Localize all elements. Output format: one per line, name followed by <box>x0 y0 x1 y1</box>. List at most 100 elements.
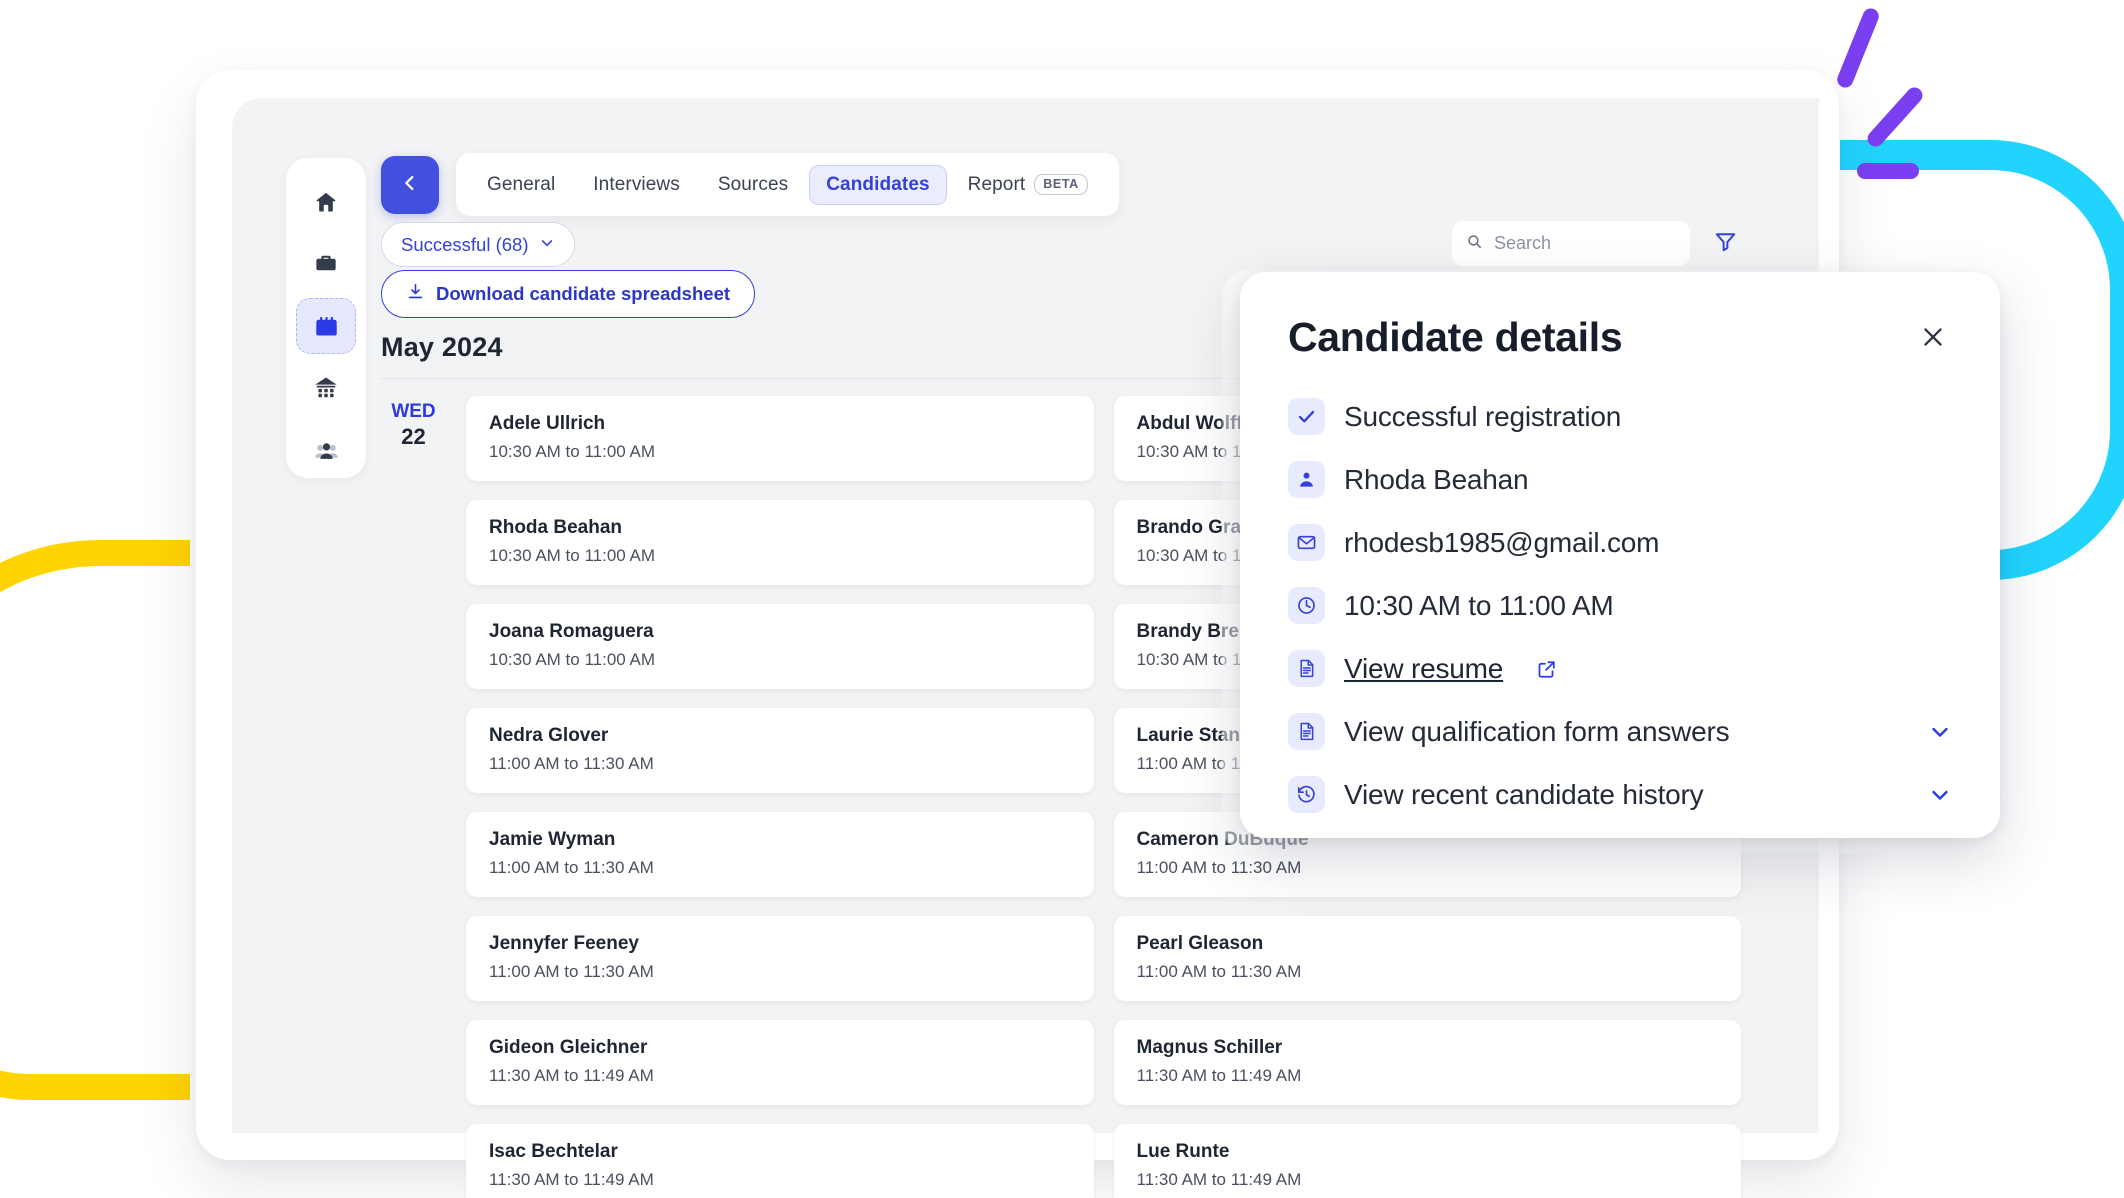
month-heading: May 2024 <box>381 332 503 362</box>
bank-icon <box>312 374 340 402</box>
tab-report[interactable]: Report BETA <box>951 165 1105 205</box>
back-button[interactable] <box>381 156 439 214</box>
status-filter-dropdown[interactable]: Successful (68) <box>381 222 575 267</box>
candidate-card[interactable]: Joana Romaguera 10:30 AM to 11:00 AM <box>466 604 1094 689</box>
tab-sources[interactable]: Sources <box>701 165 805 205</box>
decorative-purple-spark-icon <box>1857 163 1919 179</box>
close-icon <box>1919 323 1947 356</box>
candidate-card[interactable]: Pearl Gleason 11:00 AM to 11:30 AM <box>1113 916 1741 1001</box>
candidate-time: 11:00 AM to 11:30 AM <box>489 754 654 773</box>
modal-info-row: 10:30 AM to 11:00 AM <box>1288 587 1952 624</box>
candidate-card[interactable]: Jennyfer Feeney 11:00 AM to 11:30 AM <box>466 916 1094 1001</box>
modal-expandable-row[interactable]: View recent candidate history <box>1288 776 1952 813</box>
modal-info-row: Successful registration <box>1288 398 1952 435</box>
chevron-left-icon <box>399 172 421 199</box>
download-spreadsheet-button[interactable]: Download candidate spreadsheet <box>381 270 756 318</box>
sidebar-item-people[interactable] <box>296 422 356 478</box>
modal-row-label: View recent candidate history <box>1344 778 1704 810</box>
candidate-time: 11:30 AM to 11:49 AM <box>489 1170 654 1189</box>
candidate-card[interactable]: Jamie Wyman 11:00 AM to 11:30 AM <box>466 812 1094 897</box>
tab-candidates[interactable]: Candidates <box>809 164 947 205</box>
history-icon <box>1288 776 1325 813</box>
clock-icon <box>1288 587 1325 624</box>
filter-button[interactable] <box>1709 228 1741 260</box>
modal-link-row[interactable]: View resume <box>1288 650 1952 687</box>
tab-bar: General Interviews Sources Candidates Re… <box>456 153 1119 216</box>
candidate-name: Isac Bechtelar <box>489 1141 618 1162</box>
candidate-name: Gideon Gleichner <box>489 1037 648 1058</box>
candidate-name: Jamie Wyman <box>489 829 616 850</box>
candidate-name: Magnus Schiller <box>1136 1037 1283 1058</box>
chevron-down-icon <box>539 234 555 256</box>
document-icon <box>1288 713 1325 750</box>
modal-row-label: View resume <box>1344 652 1504 684</box>
candidate-time: 11:30 AM to 11:49 AM <box>1136 1066 1302 1085</box>
sidebar-item-organisation[interactable] <box>296 360 356 416</box>
search-box[interactable] <box>1452 221 1690 266</box>
users-icon <box>313 437 340 464</box>
sidebar-rail <box>286 158 366 478</box>
candidate-time: 11:30 AM to 11:49 AM <box>489 1066 654 1085</box>
beta-badge: BETA <box>1034 174 1088 195</box>
candidate-name: Rhoda Beahan <box>489 517 623 538</box>
status-filter-label: Successful (68) <box>401 233 529 255</box>
page-root: General Interviews Sources Candidates Re… <box>0 0 2124 1198</box>
download-icon <box>406 282 425 306</box>
candidate-time: 11:00 AM to 11:30 AM <box>1136 962 1302 981</box>
home-icon <box>313 189 339 215</box>
chevron-down-icon[interactable] <box>1928 720 1952 744</box>
candidate-time: 10:30 AM to 11:00 AM <box>489 442 656 461</box>
briefcase-icon <box>313 251 339 277</box>
candidate-card[interactable]: Gideon Gleichner 11:30 AM to 11:49 AM <box>466 1020 1094 1105</box>
document-icon <box>1288 650 1325 687</box>
sidebar-item-home[interactable] <box>296 174 356 230</box>
tab-report-label: Report <box>967 173 1026 195</box>
decorative-yellow-bracket <box>0 540 190 1100</box>
modal-row-list: Successful registration Rhoda Beahan rhode… <box>1288 398 1952 813</box>
candidate-card[interactable]: Magnus Schiller 11:30 AM to 11:49 AM <box>1113 1020 1741 1105</box>
candidate-card[interactable]: Nedra Glover 11:00 AM to 11:30 AM <box>466 708 1094 793</box>
candidate-time: 11:00 AM to 11:30 AM <box>1136 858 1302 877</box>
envelope-icon <box>1288 524 1325 561</box>
modal-row-label: Successful registration <box>1344 400 1622 432</box>
candidate-name: Lue Runte <box>1136 1141 1230 1162</box>
close-button[interactable] <box>1914 320 1952 358</box>
candidate-card[interactable]: Lue Runte 11:30 AM to 11:49 AM <box>1113 1124 1741 1198</box>
chevron-down-icon[interactable] <box>1928 783 1952 807</box>
search-input[interactable] <box>1494 233 1676 254</box>
candidate-details-modal: Candidate details Successful registratio… <box>1240 272 2000 838</box>
download-spreadsheet-label: Download candidate spreadsheet <box>436 283 731 304</box>
day-of-week: WED <box>391 401 436 422</box>
day-column: WED 22 <box>381 396 446 1198</box>
modal-row-label: rhodesb1985@gmail.com <box>1344 526 1660 558</box>
candidate-card[interactable]: Isac Bechtelar 11:30 AM to 11:49 AM <box>466 1124 1094 1198</box>
candidate-name: Adele Ullrich <box>489 413 606 434</box>
calendar-icon <box>313 313 340 340</box>
candidate-name: Jennyfer Feeney <box>489 933 639 954</box>
decorative-purple-spark-icon <box>1834 6 1882 90</box>
funnel-icon <box>1713 229 1738 259</box>
candidate-card[interactable]: Rhoda Beahan 10:30 AM to 11:00 AM <box>466 500 1094 585</box>
modal-row-label: 10:30 AM to 11:00 AM <box>1344 589 1614 621</box>
candidate-time: 10:30 AM to 11:00 AM <box>489 546 656 565</box>
external-link-icon[interactable] <box>1536 658 1558 680</box>
candidate-name: Nedra Glover <box>489 725 609 746</box>
candidate-time: 10:30 AM to 11:00 AM <box>489 650 656 669</box>
candidate-time: 11:30 AM to 11:49 AM <box>1136 1170 1302 1189</box>
modal-row-label: View qualification form answers <box>1344 715 1730 747</box>
modal-info-row: Rhoda Beahan <box>1288 461 1952 498</box>
candidate-time: 11:00 AM to 11:30 AM <box>489 858 654 877</box>
modal-info-row: rhodesb1985@gmail.com <box>1288 524 1952 561</box>
tab-interviews[interactable]: Interviews <box>576 165 697 205</box>
sidebar-item-jobs[interactable] <box>296 236 356 292</box>
tab-general[interactable]: General <box>470 165 572 205</box>
modal-expandable-row[interactable]: View qualification form answers <box>1288 713 1952 750</box>
modal-title: Candidate details <box>1288 314 1623 360</box>
modal-row-label: Rhoda Beahan <box>1344 463 1529 495</box>
sidebar-item-schedule[interactable] <box>296 298 356 354</box>
candidate-time: 11:00 AM to 11:30 AM <box>489 962 654 981</box>
day-number: 22 <box>401 423 426 449</box>
modal-header: Candidate details <box>1288 314 1952 361</box>
candidate-card[interactable]: Adele Ullrich 10:30 AM to 11:00 AM <box>466 396 1094 481</box>
candidate-name: Joana Romaguera <box>489 621 654 642</box>
